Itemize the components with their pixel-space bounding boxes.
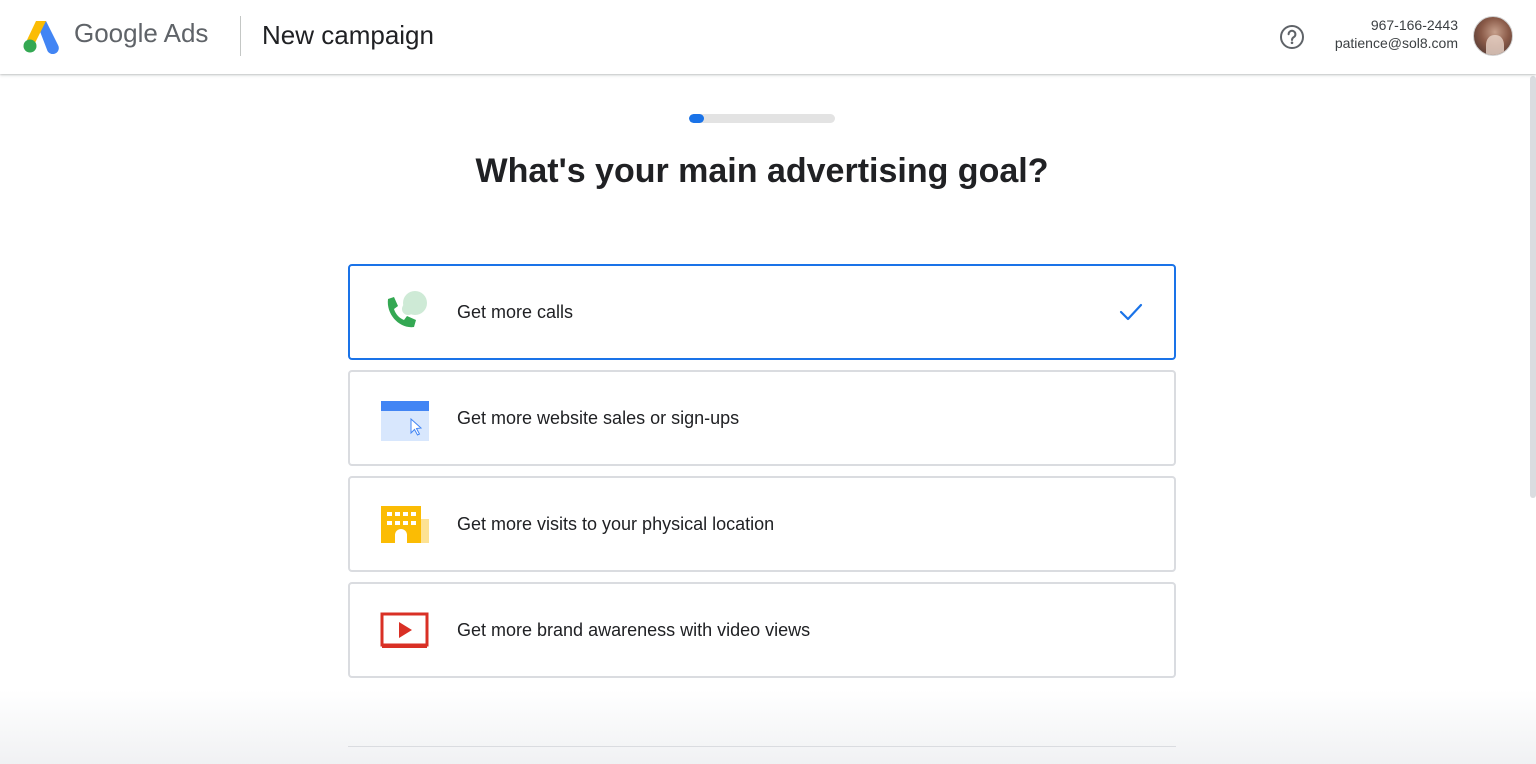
help-icon[interactable] — [1278, 23, 1306, 51]
header-divider — [240, 16, 241, 56]
account-info[interactable]: 967-166-2443 patience@sol8.com — [1335, 16, 1458, 52]
video-play-icon — [380, 612, 429, 648]
checkmark-icon — [1119, 303, 1143, 321]
goal-option-store-visits[interactable]: Get more visits to your physical locatio… — [348, 476, 1176, 572]
page-title: New campaign — [262, 20, 434, 50]
goal-label: Get more brand awareness with video view… — [457, 620, 811, 640]
goal-option-website[interactable]: Get more website sales or sign-ups — [348, 370, 1176, 466]
top-app-bar: Google Ads New campaign 967-166-2443 pat… — [0, 0, 1536, 74]
goal-option-video[interactable]: Get more brand awareness with video view… — [348, 582, 1176, 678]
goal-label: Get more website sales or sign-ups — [457, 408, 740, 428]
website-cursor-icon — [381, 401, 429, 441]
product-name: Google Ads — [74, 18, 209, 48]
goal-question-heading: What's your main advertising goal? — [475, 152, 1049, 190]
account-email: patience@sol8.com — [1334, 35, 1458, 51]
progress-bar — [689, 114, 835, 123]
goal-label: Get more calls — [457, 302, 574, 322]
progress-bar-fill — [689, 114, 704, 123]
storefront-icon — [381, 506, 429, 543]
google-ads-logo-icon[interactable] — [22, 18, 60, 54]
section-divider — [348, 746, 1176, 747]
scrollbar[interactable] — [1530, 76, 1536, 498]
goal-label: Get more visits to your physical locatio… — [457, 514, 775, 534]
avatar[interactable] — [1473, 16, 1513, 56]
account-phone: 967-166-2443 — [1370, 17, 1458, 33]
bottom-fade — [0, 690, 1536, 764]
goal-option-calls[interactable]: Get more calls — [348, 264, 1176, 360]
phone-call-icon — [387, 291, 427, 328]
